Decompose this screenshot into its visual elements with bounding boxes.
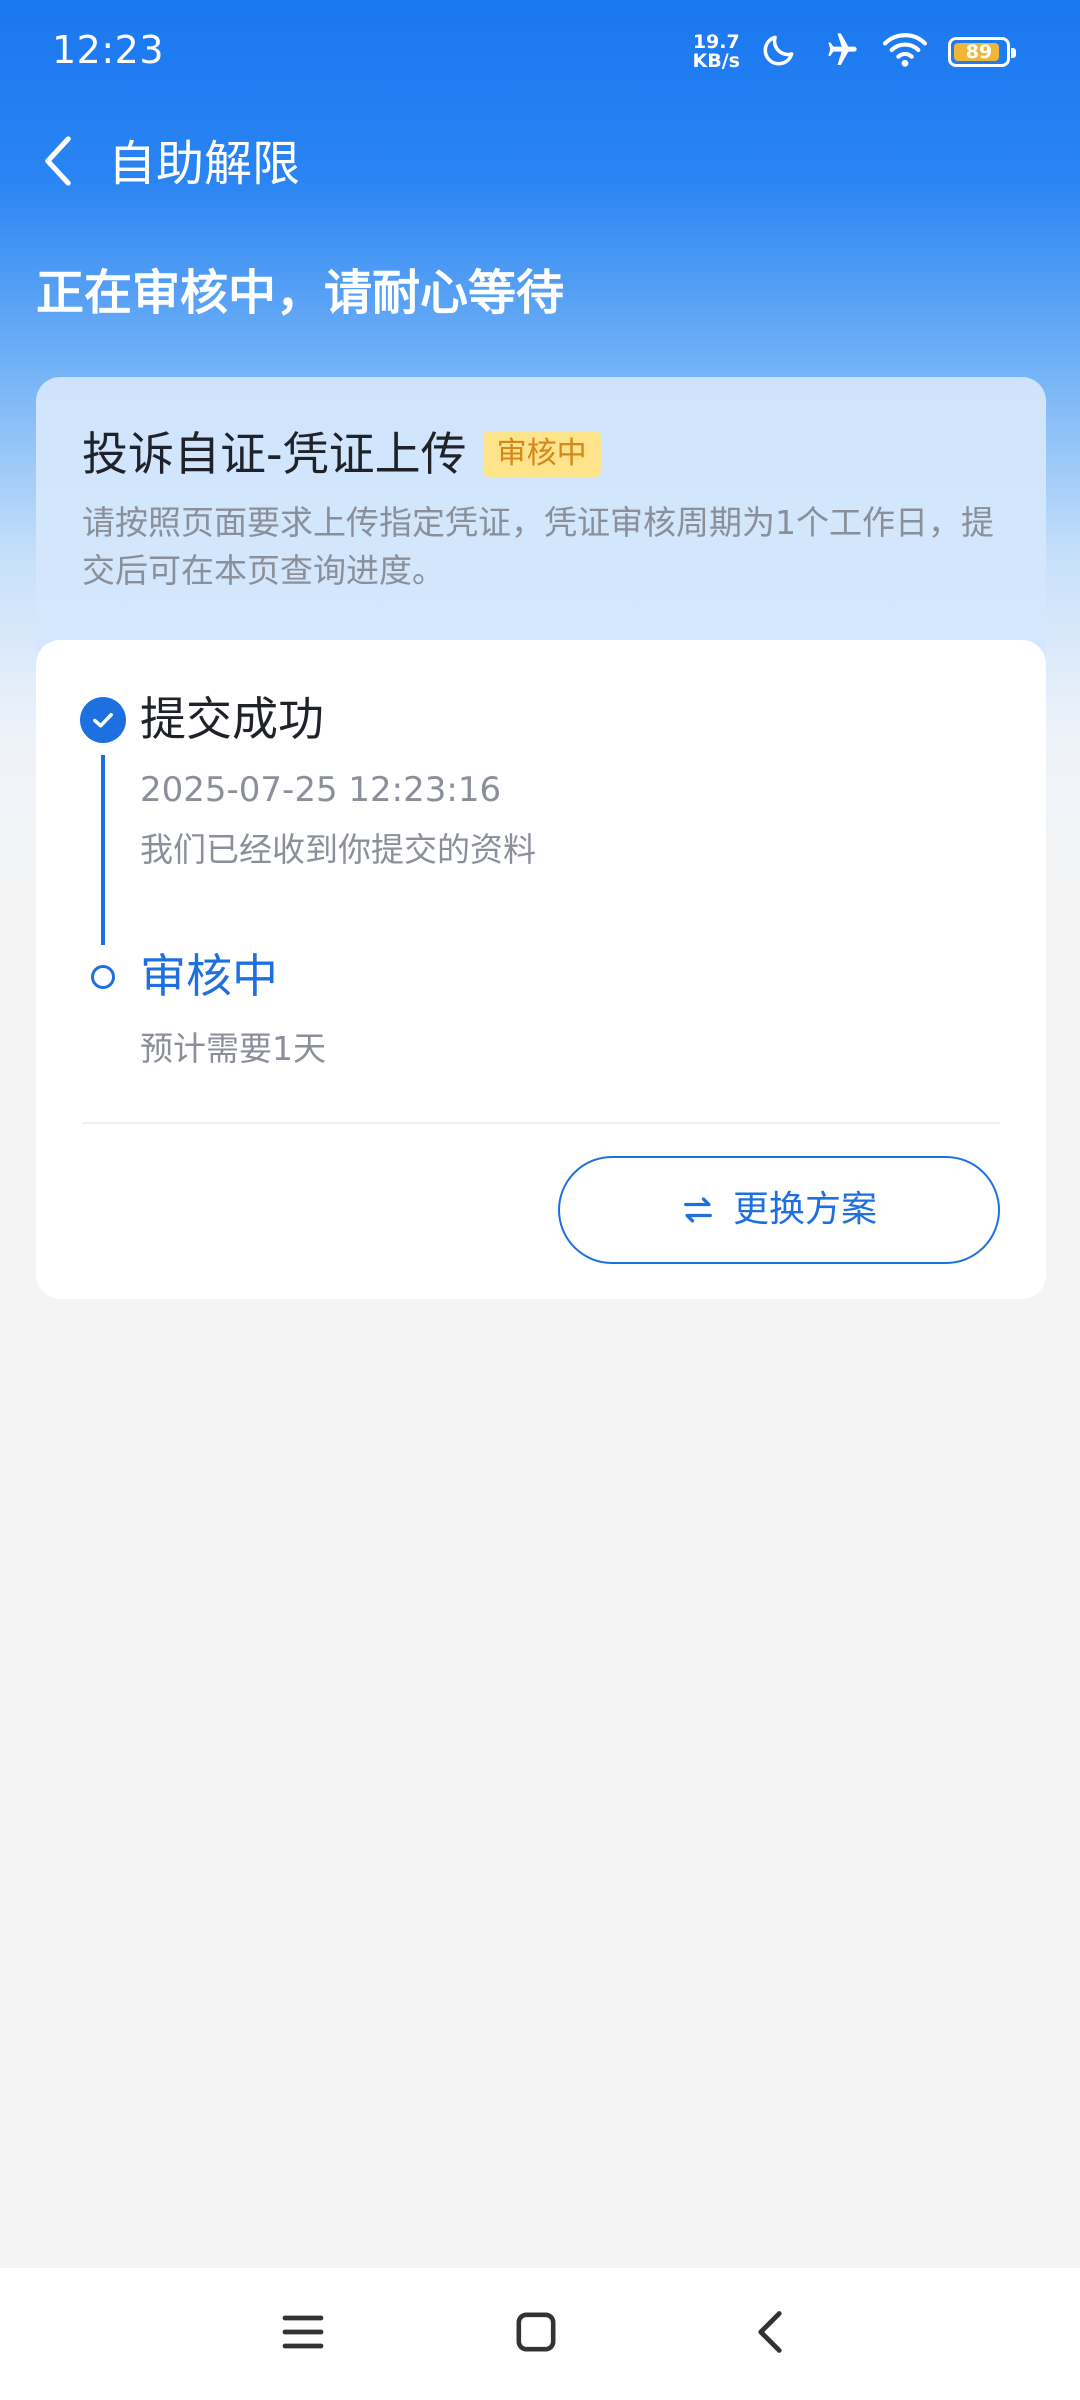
step-submitted-time: 2025-07-25 12:23:16 (140, 770, 502, 810)
battery-cap (1011, 48, 1016, 58)
review-status-headline: 正在审核中，请耐心等待 (36, 265, 565, 321)
airplane-icon (818, 30, 862, 74)
home-icon (515, 2311, 557, 2357)
card-title-row: 投诉自证-凭证上传 审核中 (82, 422, 601, 486)
status-bar: 12:23 19.7 KB/s 89 (0, 0, 1080, 110)
chevron-left-icon (41, 133, 75, 193)
divider (82, 1122, 1000, 1124)
status-icons: 19.7 KB/s 89 (693, 28, 1016, 76)
battery-percent: 89 (965, 41, 993, 63)
card-header: 投诉自证-凭证上传 审核中 请按照页面要求上传指定凭证，凭证审核周期为1个工作日… (36, 377, 1046, 640)
appeal-card: 投诉自证-凭证上传 审核中 请按照页面要求上传指定凭证，凭证审核周期为1个工作日… (36, 377, 1046, 1299)
check-circle-icon (80, 697, 126, 743)
hollow-circle-icon (91, 965, 115, 989)
card-title: 投诉自证-凭证上传 (82, 427, 467, 481)
step-reviewing-title: 审核中 (140, 949, 278, 1003)
timeline-connector (101, 755, 105, 945)
network-speed-unit: KB/s (692, 50, 740, 72)
moon-icon (760, 31, 798, 73)
switch-plan-button[interactable]: 更换方案 (558, 1156, 1000, 1264)
progress-timeline: 提交成功 2025-07-25 12:23:16 我们已经收到你提交的资料 审核… (36, 640, 1046, 1299)
battery-icon: 89 (948, 37, 1016, 67)
status-badge: 审核中 (482, 431, 601, 477)
nav-back-button[interactable] (730, 2294, 810, 2374)
network-speed: 19.7 KB/s (693, 33, 740, 71)
step-submitted-desc: 我们已经收到你提交的资料 (140, 830, 536, 869)
status-time: 12:23 (52, 28, 165, 72)
back-icon (755, 2308, 785, 2360)
card-description: 请按照页面要求上传指定凭证，凭证审核周期为1个工作日，提交后可在本页查询进度。 (82, 503, 994, 590)
nav-menu-button[interactable] (263, 2294, 343, 2374)
switch-plan-label: 更换方案 (732, 1189, 877, 1230)
nav-home-button[interactable] (496, 2294, 576, 2374)
app-header: 自助解限 (0, 110, 1080, 220)
back-button[interactable] (28, 128, 88, 198)
swap-arrows-icon (681, 1195, 715, 1225)
step-reviewing-desc: 预计需要1天 (140, 1029, 326, 1068)
menu-icon (281, 2312, 325, 2356)
wifi-icon (882, 31, 928, 73)
system-nav-bar (0, 2268, 1080, 2400)
page-title: 自助解限 (108, 136, 301, 192)
step-submitted-title: 提交成功 (140, 692, 324, 746)
